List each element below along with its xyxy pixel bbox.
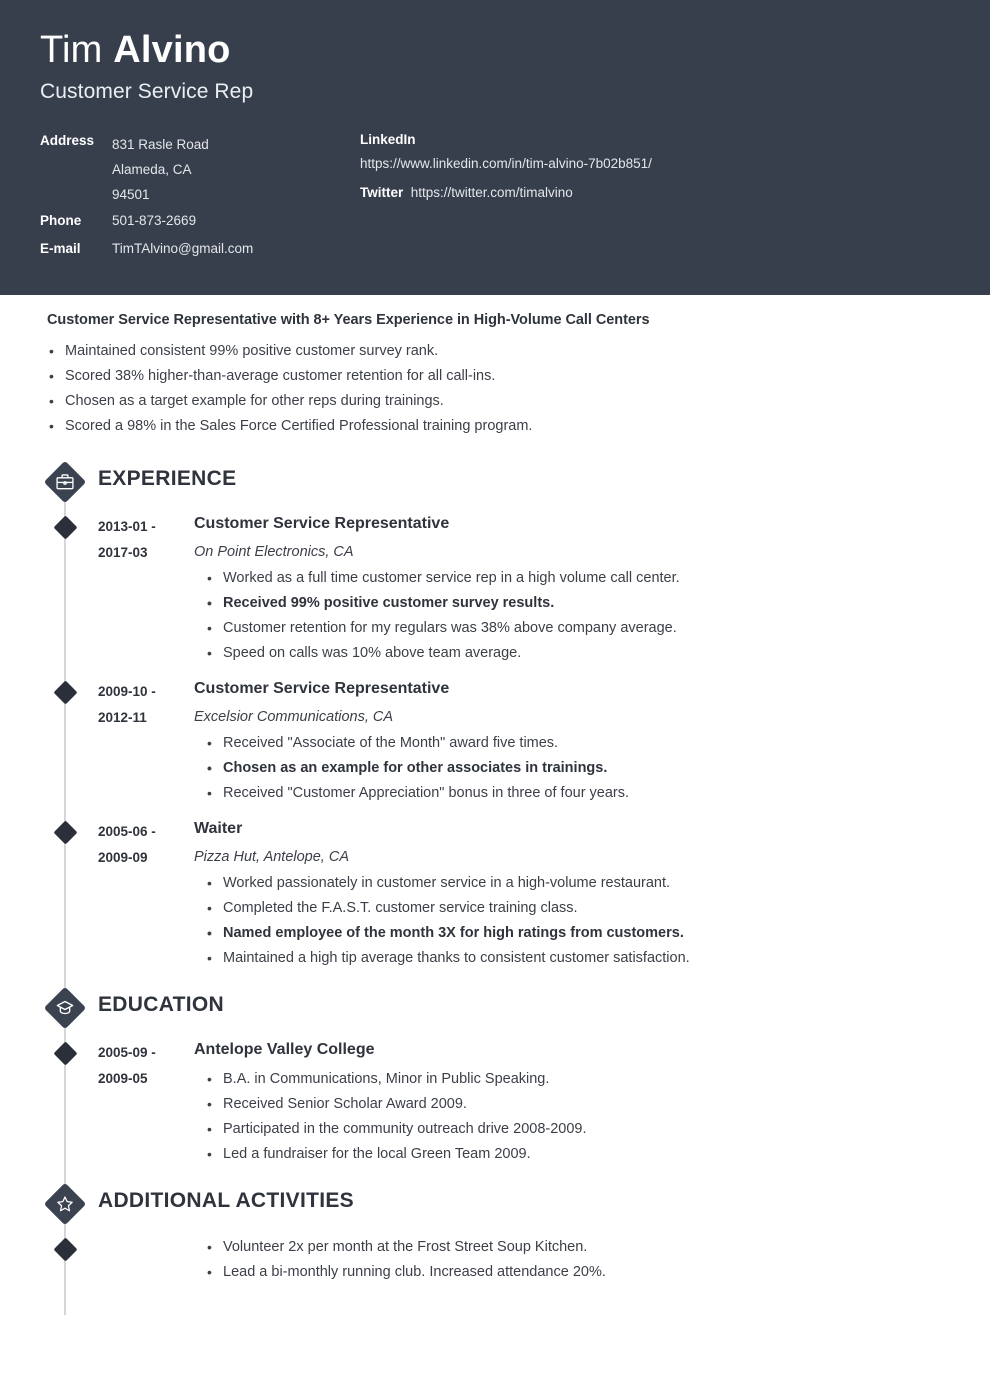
list-item: Participated in the community outreach d… <box>205 1117 950 1142</box>
date-start: 2009-10 - <box>98 684 156 699</box>
address-line-2: Alameda, CA <box>112 161 192 177</box>
date-start: 2005-06 - <box>98 824 156 839</box>
education-entry: 2005-09 - 2009-05 Antelope Valley Colleg… <box>0 1039 990 1167</box>
section-title: EDUCATION <box>98 993 224 1016</box>
section-header: EDUCATION <box>0 985 990 1039</box>
address-row: Address 831 Rasle Road Alameda, CA 94501 <box>40 132 360 207</box>
list-item: Maintained consistent 99% positive custo… <box>47 339 950 364</box>
timeline: EXPERIENCE 2013-01 - 2017-03 Customer Se… <box>0 459 990 1315</box>
activities-entry: Volunteer 2x per month at the Frost Stre… <box>0 1235 990 1285</box>
contact-block: Address 831 Rasle Road Alameda, CA 94501… <box>40 132 950 268</box>
email-row: E-mail TimTAlvino@gmail.com <box>40 240 360 257</box>
entry-bullet-list: Worked as a full time customer service r… <box>194 566 950 666</box>
address-line-3: 94501 <box>112 186 150 202</box>
entry-subtitle: Excelsior Communications, CA <box>194 709 394 725</box>
date-start: 2005-09 - <box>98 1045 156 1060</box>
address-label: Address <box>40 132 95 148</box>
phone-label: Phone <box>40 212 82 228</box>
list-item: Maintained a high tip average thanks to … <box>205 946 950 971</box>
address-value: 831 Rasle Road Alameda, CA 94501 <box>102 132 209 207</box>
entry-dates <box>98 1235 194 1285</box>
summary-title: Customer Service Representative with 8+ … <box>47 312 650 328</box>
date-end: 2012-11 <box>98 710 147 725</box>
email-label: E-mail <box>40 240 81 256</box>
section-title: ADDITIONAL ACTIVITIES <box>98 1189 354 1212</box>
section-header: EXPERIENCE <box>0 459 990 513</box>
entry-subtitle: On Point Electronics, CA <box>194 544 354 560</box>
phone-row: Phone 501-873-2669 <box>40 212 360 229</box>
list-item: Received Senior Scholar Award 2009. <box>205 1092 950 1117</box>
address-line-1: 831 Rasle Road <box>112 136 209 152</box>
list-item: Worked as a full time customer service r… <box>205 566 950 591</box>
list-item: B.A. in Communications, Minor in Public … <box>205 1067 950 1092</box>
section-experience: EXPERIENCE 2013-01 - 2017-03 Customer Se… <box>0 459 990 971</box>
list-item: Received "Associate of the Month" award … <box>205 731 950 756</box>
timeline-marker <box>53 1041 78 1066</box>
entry-title: Customer Service Representative <box>194 515 450 532</box>
entry-dates: 2005-06 - 2009-09 <box>98 818 194 971</box>
experience-entry: 2013-01 - 2017-03 Customer Service Repre… <box>0 513 990 666</box>
resume-header: Tim Alvino Customer Service Rep Address … <box>0 0 990 295</box>
date-end: 2009-09 <box>98 850 148 865</box>
entry-bullet-list: Worked passionately in customer service … <box>194 871 950 971</box>
page-title: Tim Alvino <box>40 29 950 72</box>
contact-column-right: LinkedIn https://www.linkedin.com/in/tim… <box>360 132 780 268</box>
date-end: 2009-05 <box>98 1071 148 1086</box>
list-item: Customer retention for my regulars was 3… <box>205 616 950 641</box>
experience-entry: 2009-10 - 2012-11 Customer Service Repre… <box>0 678 990 806</box>
linkedin-url[interactable]: https://www.linkedin.com/in/tim-alvino-7… <box>360 156 780 171</box>
section-title: EXPERIENCE <box>98 467 237 490</box>
list-item: Scored a 98% in the Sales Force Certifie… <box>47 414 950 439</box>
entry-dates: 2005-09 - 2009-05 <box>98 1039 194 1167</box>
entry-bullet-list: Received "Associate of the Month" award … <box>194 731 950 806</box>
entry-bullet-list: B.A. in Communications, Minor in Public … <box>194 1067 950 1167</box>
section-education: EDUCATION 2005-09 - 2009-05 Antelope Val… <box>0 985 990 1167</box>
list-item: Led a fundraiser for the local Green Tea… <box>205 1142 950 1167</box>
summary-section: Customer Service Representative with 8+ … <box>0 295 990 439</box>
list-item: Scored 38% higher-than-average customer … <box>47 364 950 389</box>
timeline-marker <box>53 820 78 845</box>
resume-page: Tim Alvino Customer Service Rep Address … <box>0 0 990 1400</box>
job-title: Customer Service Rep <box>40 79 254 103</box>
email-value[interactable]: TimTAlvino@gmail.com <box>102 240 253 257</box>
briefcase-icon <box>43 460 87 504</box>
date-start: 2013-01 - <box>98 519 156 534</box>
twitter-url[interactable]: https://twitter.com/timalvino <box>411 185 573 200</box>
summary-bullet-list: Maintained consistent 99% positive custo… <box>47 339 950 439</box>
resume-body: Customer Service Representative with 8+ … <box>0 295 990 1315</box>
graduation-cap-icon <box>43 986 87 1030</box>
entry-title: Waiter <box>194 820 243 837</box>
list-item: Received 99% positive customer survey re… <box>205 591 950 616</box>
list-item: Lead a bi-monthly running club. Increase… <box>205 1260 950 1285</box>
timeline-marker <box>53 1237 78 1262</box>
entry-title: Customer Service Representative <box>194 680 450 697</box>
star-icon <box>43 1182 87 1226</box>
first-name: Tim <box>40 29 103 71</box>
experience-entry: 2005-06 - 2009-09 Waiter Pizza Hut, Ante… <box>0 818 990 971</box>
contact-column-left: Address 831 Rasle Road Alameda, CA 94501… <box>40 132 360 268</box>
section-additional-activities: ADDITIONAL ACTIVITIES Volunteer 2x per m… <box>0 1181 990 1285</box>
linkedin-label: LinkedIn <box>360 131 416 147</box>
date-end: 2017-03 <box>98 545 148 560</box>
list-item: Chosen as a target example for other rep… <box>47 389 950 414</box>
entry-subtitle: Pizza Hut, Antelope, CA <box>194 849 350 865</box>
twitter-row: Twitter https://twitter.com/timalvino <box>360 185 780 200</box>
timeline-marker <box>53 680 78 705</box>
list-item: Speed on calls was 10% above team averag… <box>205 641 950 666</box>
list-item: Chosen as an example for other associate… <box>205 756 950 781</box>
entry-bullet-list: Volunteer 2x per month at the Frost Stre… <box>194 1235 950 1285</box>
section-header: ADDITIONAL ACTIVITIES <box>0 1181 990 1235</box>
list-item: Received "Customer Appreciation" bonus i… <box>205 781 950 806</box>
list-item: Completed the F.A.S.T. customer service … <box>205 896 950 921</box>
entry-dates: 2009-10 - 2012-11 <box>98 678 194 806</box>
last-name: Alvino <box>113 29 231 71</box>
timeline-marker <box>53 515 78 540</box>
list-item: Volunteer 2x per month at the Frost Stre… <box>205 1235 950 1260</box>
list-item: Named employee of the month 3X for high … <box>205 921 950 946</box>
entry-dates: 2013-01 - 2017-03 <box>98 513 194 666</box>
phone-value[interactable]: 501-873-2669 <box>102 212 196 229</box>
twitter-label: Twitter <box>360 184 404 200</box>
list-item: Worked passionately in customer service … <box>205 871 950 896</box>
entry-title: Antelope Valley College <box>194 1041 375 1058</box>
